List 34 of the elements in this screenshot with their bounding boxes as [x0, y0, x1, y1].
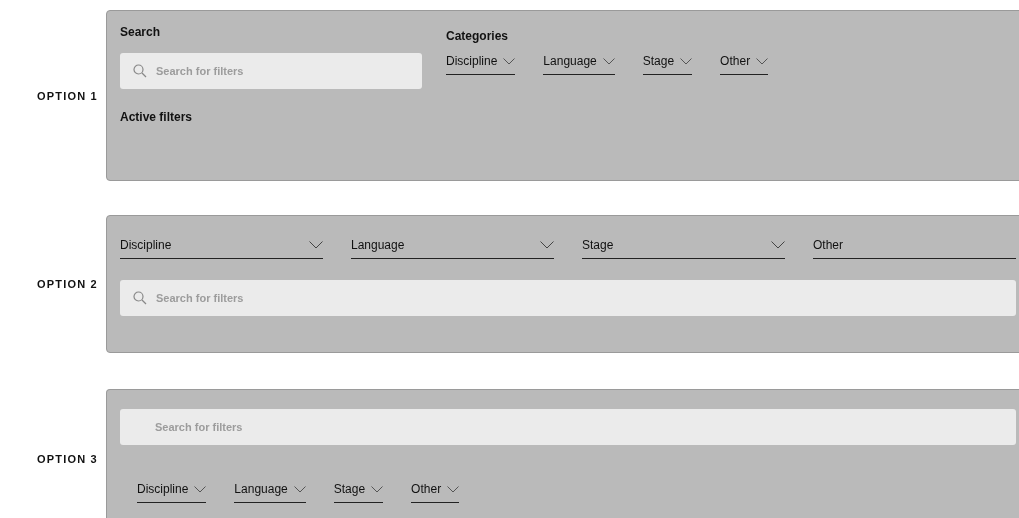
- search-field[interactable]: Search for filters: [120, 53, 422, 89]
- dropdown[interactable]: Stage: [582, 238, 785, 259]
- search-icon: [133, 64, 147, 78]
- dropdown[interactable]: Language: [351, 238, 554, 259]
- option-label: OPTION 2: [36, 278, 99, 290]
- chevron-down-icon: [293, 485, 306, 493]
- dropdown[interactable]: Other: [720, 54, 769, 75]
- dropdown[interactable]: Other: [813, 238, 1016, 259]
- dropdown[interactable]: Discipline: [120, 238, 323, 259]
- search-field[interactable]: Search for filters: [120, 409, 1016, 445]
- section-heading: Categories: [446, 29, 510, 43]
- option-label: OPTION 1: [36, 89, 99, 102]
- chevron-down-icon: [309, 241, 323, 249]
- chevron-down-icon: [194, 485, 207, 493]
- dropdown[interactable]: Other: [411, 482, 460, 503]
- section-heading: Search: [120, 25, 162, 39]
- dropdown[interactable]: Discipline: [137, 482, 207, 503]
- dropdown[interactable]: Discipline: [446, 54, 516, 75]
- dropdown[interactable]: Stage: [642, 54, 693, 75]
- chevron-down-icon: [503, 57, 516, 65]
- chevron-down-icon: [771, 241, 785, 249]
- dropdown[interactable]: Language: [543, 54, 615, 75]
- section-heading: Active filters: [120, 110, 194, 124]
- chevron-down-icon: [756, 57, 769, 65]
- chevron-down-icon: [680, 57, 693, 65]
- dropdown[interactable]: Stage: [333, 482, 384, 503]
- search-field[interactable]: Search for filters: [120, 280, 1016, 316]
- option-label: OPTION 3: [36, 453, 99, 465]
- search-icon: [133, 291, 147, 305]
- chevron-down-icon: [371, 485, 384, 493]
- chevron-down-icon: [602, 57, 615, 65]
- chevron-down-icon: [447, 485, 460, 493]
- chevron-down-icon: [540, 241, 554, 249]
- dropdown[interactable]: Language: [234, 482, 306, 503]
